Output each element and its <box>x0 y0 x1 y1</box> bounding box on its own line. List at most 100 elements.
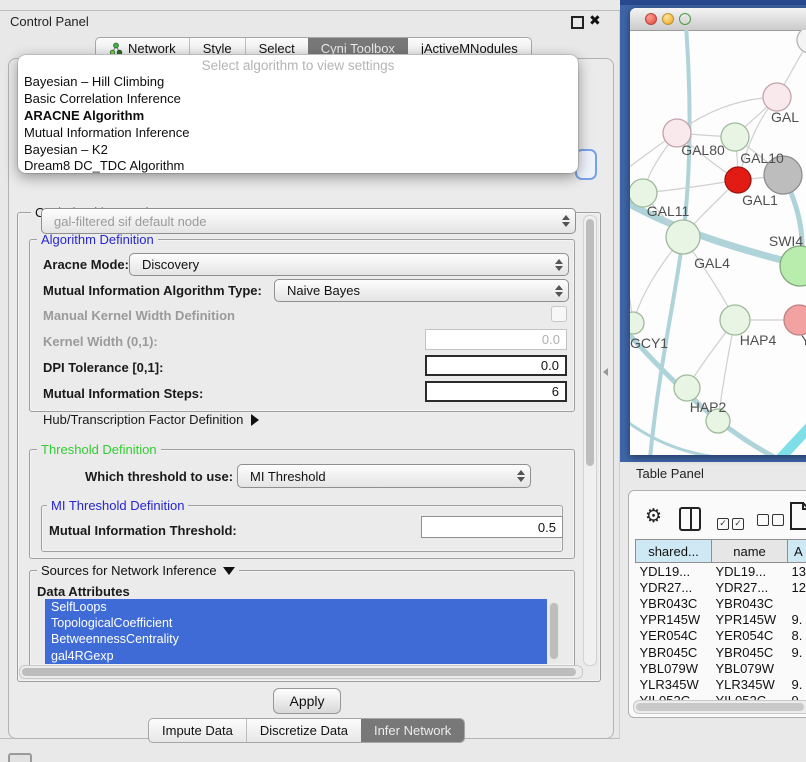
list-item[interactable]: gal4RGexp <box>45 648 547 664</box>
mi-threshold-field[interactable]: 0.5 <box>421 516 563 538</box>
cell[interactable]: YDL19... <box>712 563 788 580</box>
cell[interactable] <box>788 595 806 611</box>
gear-icon[interactable]: ⚙ <box>645 505 662 528</box>
deselect-all-columns-icon[interactable] <box>757 513 787 531</box>
close-icon[interactable]: ✖ <box>589 12 601 29</box>
cell[interactable]: YBR043C <box>712 595 788 611</box>
combo-stepper-icon <box>550 285 568 297</box>
list-item[interactable]: TopologicalCoefficient <box>45 615 547 631</box>
table-panel: ⚙ ✓✓ shared... name A Y <box>628 490 806 718</box>
node-label: GAL11 <box>647 203 690 219</box>
settings-hscrollbar-thumb[interactable] <box>22 668 576 676</box>
tab-infer-network[interactable]: Infer Network <box>361 719 464 742</box>
sources-title-row[interactable]: Sources for Network Inference <box>37 563 239 578</box>
table-row[interactable]: YDL19...YDL19...13 <box>636 563 806 580</box>
mi-type-combo[interactable]: Naive Bayes <box>274 279 569 302</box>
table-row[interactable]: YBR045CYBR045C9. <box>636 644 806 660</box>
select-all-columns-icon[interactable]: ✓✓ <box>717 513 747 531</box>
dropdown-item[interactable]: Dream8 DC_TDC Algorithm <box>24 158 564 174</box>
tab-cyni-toolbox-label: Cyni Toolbox <box>321 41 395 56</box>
attributes-vscrollbar-thumb[interactable] <box>550 603 558 659</box>
node[interactable] <box>797 30 806 53</box>
table-row[interactable]: YER054CYER054C8. <box>636 628 806 644</box>
close-traffic-light-icon[interactable] <box>645 13 657 25</box>
table-hscrollbar-thumb[interactable] <box>636 703 804 711</box>
cell[interactable] <box>788 660 806 676</box>
dpi-tolerance-label: DPI Tolerance [0,1]: <box>43 360 163 375</box>
node-gal10[interactable] <box>721 123 749 151</box>
document-icon[interactable] <box>789 501 806 531</box>
dropdown-item[interactable]: Mutual Information Inference <box>24 125 564 141</box>
kernel-width-field[interactable]: 0.0 <box>425 329 567 350</box>
network-nodes[interactable] <box>630 30 806 433</box>
tab-discretize-data[interactable]: Discretize Data <box>246 719 361 742</box>
mi-steps-field[interactable]: 6 <box>425 381 567 402</box>
column-header-name[interactable]: name <box>712 540 788 563</box>
zoom-traffic-light-icon[interactable] <box>679 13 691 25</box>
which-threshold-combo[interactable]: MI Threshold <box>237 464 531 488</box>
table-row[interactable]: YLR345WYLR345W9. <box>636 676 806 692</box>
float-window-icon[interactable] <box>571 16 584 29</box>
table-hscrollbar[interactable] <box>633 700 806 714</box>
cell[interactable]: YDR27... <box>712 579 788 595</box>
dropdown-item[interactable]: Bayesian – Hill Climbing <box>24 74 564 90</box>
settings-vscrollbar-thumb[interactable] <box>586 219 594 466</box>
cell[interactable]: YBR045C <box>636 644 712 660</box>
cell[interactable]: 12 <box>788 579 806 595</box>
dropdown-item-selected[interactable]: ARACNE Algorithm <box>24 108 564 124</box>
table-row[interactable]: YPR145WYPR145W9. <box>636 612 806 628</box>
cell[interactable]: 9. <box>788 644 806 660</box>
split-columns-icon[interactable] <box>679 507 701 531</box>
cell[interactable]: YLR345W <box>636 676 712 692</box>
node-gal4[interactable] <box>666 220 700 254</box>
network-combo[interactable]: gal-filtered sif default node <box>41 208 576 234</box>
cell[interactable]: 9. <box>788 676 806 692</box>
minimize-traffic-light-icon[interactable] <box>662 13 674 25</box>
column-header-third[interactable]: A <box>788 540 806 563</box>
hub-definition-expander[interactable]: Hub/Transcription Factor Definition <box>43 412 259 427</box>
node-swi4[interactable] <box>780 246 806 286</box>
cell[interactable]: YER054C <box>636 628 712 644</box>
aracne-mode-combo[interactable]: Discovery <box>129 253 569 276</box>
column-header-shared-name[interactable]: shared... <box>636 540 712 563</box>
tab-impute-data[interactable]: Impute Data <box>149 719 246 742</box>
list-item[interactable]: SelfLoops <box>45 599 547 615</box>
list-item[interactable]: BetweennessCentrality <box>45 631 547 647</box>
manual-kernel-checkbox[interactable] <box>551 306 567 322</box>
cell[interactable]: YDR27... <box>636 579 712 595</box>
node-gal1-red[interactable] <box>725 167 751 193</box>
settings-hscrollbar[interactable] <box>19 665 583 679</box>
cell[interactable]: YLR345W <box>712 676 788 692</box>
cell[interactable]: YBL079W <box>712 660 788 676</box>
network-view-window[interactable]: GAL GAL80 GAL10 GAL1 GAL11 SWI4 GAL4 GCY… <box>630 8 806 455</box>
node-gal[interactable] <box>763 83 791 111</box>
node-hap2[interactable] <box>674 375 700 401</box>
settings-vscrollbar[interactable] <box>583 215 597 666</box>
cell[interactable]: YPR145W <box>636 612 712 628</box>
dpi-tolerance-field[interactable]: 0.0 <box>425 355 567 376</box>
collapsed-panel-icon[interactable] <box>8 753 32 762</box>
data-attributes-list: SelfLoops TopologicalCoefficient Between… <box>45 599 547 664</box>
node-hap4[interactable] <box>720 305 750 335</box>
node-gcy1[interactable] <box>630 312 644 334</box>
attributes-vscrollbar[interactable] <box>549 601 559 662</box>
cell[interactable]: YBR043C <box>636 595 712 611</box>
table-row[interactable]: YDR27...YDR27...12 <box>636 579 806 595</box>
cell[interactable]: YBR045C <box>712 644 788 660</box>
node-salmon[interactable] <box>784 305 806 335</box>
table-row[interactable]: YBL079WYBL079W <box>636 660 806 676</box>
dropdown-item[interactable]: Basic Correlation Inference <box>24 91 564 107</box>
splitter-collapse-icon[interactable] <box>603 368 608 376</box>
cell[interactable]: YBL079W <box>636 660 712 676</box>
cell[interactable]: YPR145W <box>712 612 788 628</box>
cell[interactable]: 9. <box>788 612 806 628</box>
cell[interactable]: 8. <box>788 628 806 644</box>
cell[interactable]: 13 <box>788 563 806 580</box>
dropdown-item[interactable]: Bayesian – K2 <box>24 142 564 158</box>
cell[interactable]: YDL19... <box>636 563 712 580</box>
table-row[interactable]: YBR043CYBR043C <box>636 595 806 611</box>
network-window-titlebar[interactable] <box>630 8 806 31</box>
cell[interactable]: YER054C <box>712 628 788 644</box>
network-canvas[interactable]: GAL GAL80 GAL10 GAL1 GAL11 SWI4 GAL4 GCY… <box>630 30 806 455</box>
apply-button[interactable]: Apply <box>273 688 341 714</box>
